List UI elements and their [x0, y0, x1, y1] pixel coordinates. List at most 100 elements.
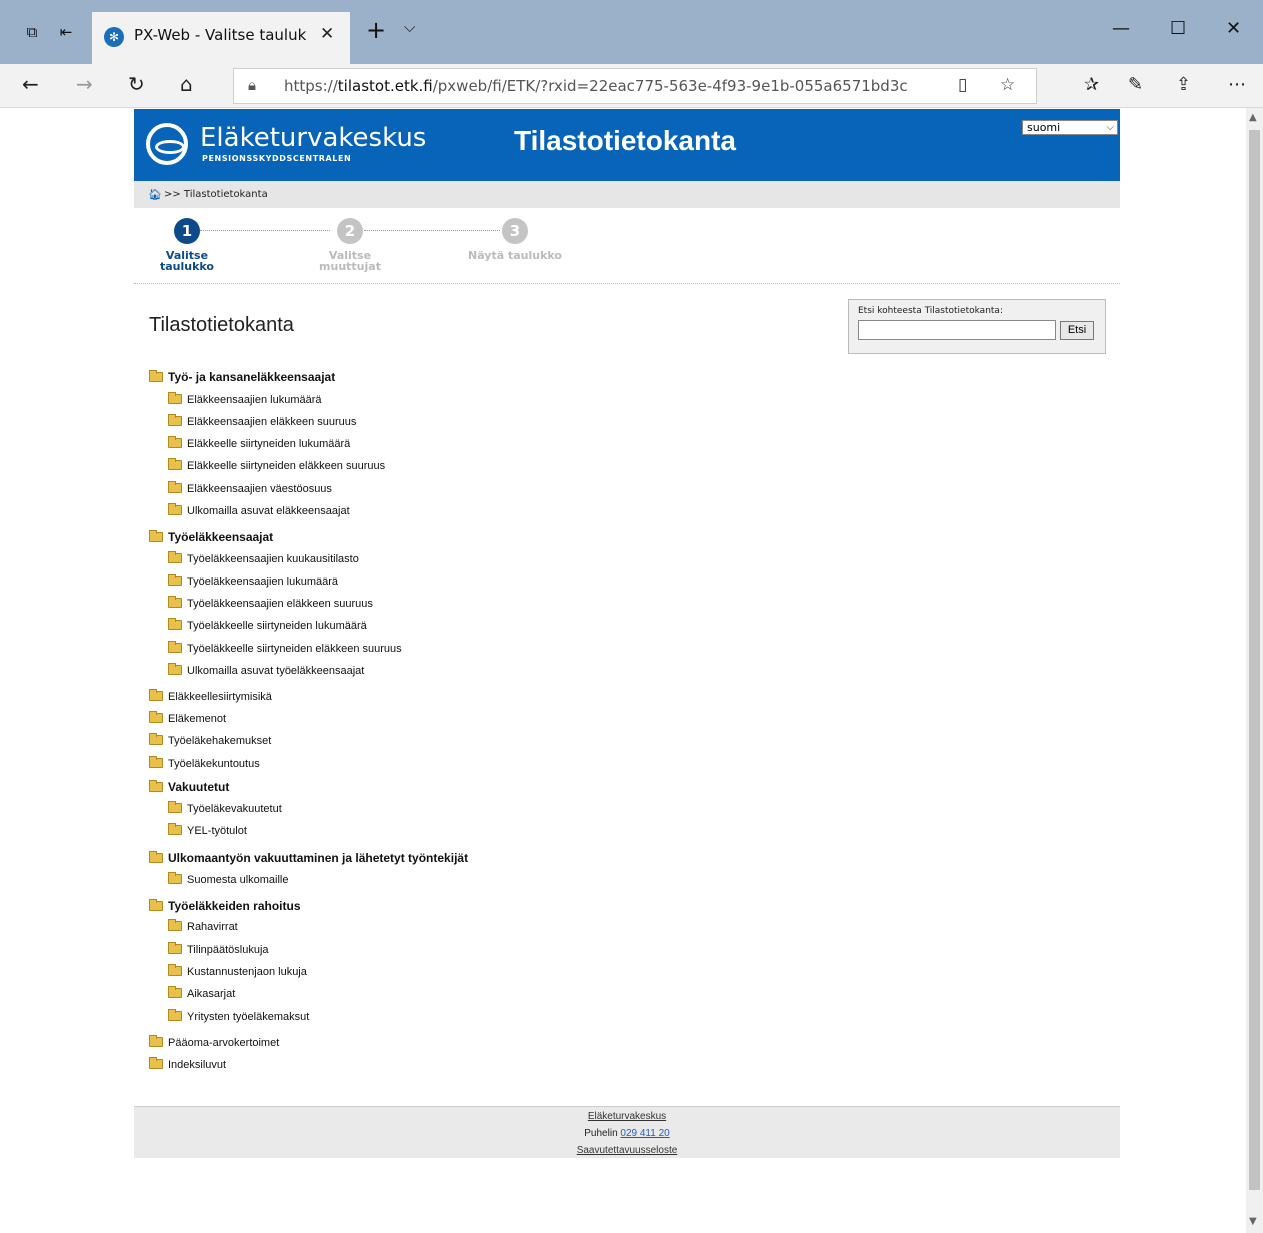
tree-folder[interactable]: Ulkomaantyön vakuuttaminen ja lähetetyt …	[149, 851, 468, 865]
tree-item[interactable]: Rahavirrat	[168, 919, 238, 933]
step-3-circle: 3	[502, 218, 528, 244]
tree-item[interactable]: Eläkkeensaajien väestöosuus	[168, 481, 332, 495]
breadcrumb-text: >> Tilastotietokanta	[164, 189, 268, 200]
folder-icon	[168, 872, 182, 884]
folder-icon	[168, 436, 182, 448]
home-icon[interactable]: ⌂	[180, 72, 193, 96]
tree-folder[interactable]: Työeläkkeensaajat	[149, 530, 273, 544]
step-2-circle: 2	[337, 218, 363, 244]
page-title: Tilastotietokanta	[149, 314, 294, 336]
search-button[interactable]: Etsi	[1060, 321, 1094, 340]
step-3-label: Näytä taulukko	[468, 249, 562, 262]
language-select[interactable]: suomi ⌵	[1022, 120, 1118, 135]
reading-view-icon[interactable]: ▯	[958, 75, 967, 95]
refresh-icon[interactable]: ↻	[128, 72, 145, 96]
folder-icon	[168, 618, 182, 630]
tree-folder[interactable]: Eläkkeellesiirtymisikä	[149, 689, 272, 703]
tree-folder[interactable]: Indeksiluvut	[149, 1057, 226, 1071]
tree-item[interactable]: YEL-työtulot	[168, 823, 247, 837]
language-value: suomi	[1027, 121, 1061, 134]
tree-item[interactable]: Työeläkkeelle siirtyneiden lukumäärä	[168, 618, 367, 632]
tree-item[interactable]: Työeläkevakuutetut	[168, 801, 282, 815]
folder-icon	[149, 370, 163, 382]
tree-item[interactable]: Työeläkkeensaajien eläkkeen suuruus	[168, 596, 373, 610]
new-tab-icon[interactable]: +	[366, 16, 386, 44]
tab-title: PX-Web - Valitse tauluk	[134, 26, 307, 44]
tree-item[interactable]: Työeläkkeensaajien kuukausitilasto	[168, 551, 359, 565]
tree-item[interactable]: Eläkkeelle siirtyneiden eläkkeen suuruus	[168, 458, 385, 472]
tree-item[interactable]: Suomesta ulkomaille	[168, 872, 289, 886]
share-icon[interactable]: ⇪	[1176, 74, 1191, 95]
tree-folder[interactable]: Työeläkkeiden rahoitus	[149, 899, 301, 913]
scroll-thumb[interactable]	[1249, 130, 1260, 1190]
tree-item[interactable]: Eläkkeensaajien lukumäärä	[168, 392, 322, 406]
set-tabs-aside-icon[interactable]: ⇤	[56, 22, 76, 42]
tree-folder[interactable]: Työeläkehakemukset	[149, 733, 271, 747]
folder-icon	[149, 1057, 163, 1069]
more-menu-icon[interactable]: ⋯	[1228, 74, 1246, 95]
vertical-scrollbar[interactable]: ▲ ▼	[1246, 108, 1263, 1233]
favorite-star-icon[interactable]: ☆	[1000, 75, 1015, 95]
close-window-icon[interactable]: ✕	[1226, 18, 1241, 39]
folder-icon	[149, 899, 163, 911]
folder-icon	[168, 823, 182, 835]
scroll-up-icon[interactable]: ▲	[1249, 112, 1257, 123]
minimize-icon[interactable]: —	[1112, 18, 1130, 39]
site-title: Tilastotietokanta	[514, 125, 736, 156]
tree-item[interactable]: Yritysten työeläkemaksut	[168, 1009, 309, 1023]
tree-item[interactable]: Työeläkkeensaajien lukumäärä	[168, 574, 338, 588]
tree-item[interactable]: Ulkomailla asuvat eläkkeensaajat	[168, 503, 350, 517]
tab-actions-icon[interactable]: ⧉	[22, 22, 42, 42]
search-label: Etsi kohteesta Tilastotietokanta:	[858, 306, 1003, 316]
etk-logo-icon[interactable]	[146, 123, 188, 165]
tree-item[interactable]: Eläkkeensaajien eläkkeen suuruus	[168, 414, 356, 428]
forward-icon[interactable]: →	[76, 72, 93, 96]
folder-icon	[168, 458, 182, 470]
tree-folder[interactable]: Pääoma-arvokertoimet	[149, 1035, 279, 1049]
browser-address-bar: ← → ↻ ⌂ 🔒︎ https://tilastot.etk.fi/pxweb…	[0, 64, 1263, 108]
footer-phone-link[interactable]: 029 411 20	[620, 1128, 669, 1139]
tree-folder[interactable]: Eläkemenot	[149, 711, 226, 725]
search-input[interactable]	[858, 320, 1056, 340]
scroll-down-icon[interactable]: ▼	[1249, 1216, 1257, 1227]
folder-icon	[168, 663, 182, 675]
tab-list-chevron-icon[interactable]: ⌵	[404, 18, 415, 36]
logo-name[interactable]: Eläketurvakeskus	[200, 123, 426, 153]
web-note-icon[interactable]: ✎	[1128, 74, 1143, 95]
folder-icon	[149, 756, 163, 768]
folder-icon	[168, 392, 182, 404]
folder-icon	[168, 964, 182, 976]
tree-item[interactable]: Kustannustenjaon lukuja	[168, 964, 307, 978]
tree-item[interactable]: Tilinpäätöslukuja	[168, 942, 269, 956]
step-1-label[interactable]: Valitse taulukko	[147, 250, 227, 272]
tree-item[interactable]: Ulkomailla asuvat työeläkkeensaajat	[168, 663, 364, 677]
breadcrumb-home-icon[interactable]: 🏠︎	[148, 188, 162, 201]
footer-org-link[interactable]: Eläketurvakeskus	[588, 1111, 666, 1122]
footer-accessibility-link[interactable]: Saavutettavuusseloste	[577, 1145, 678, 1156]
folder-icon	[149, 851, 163, 863]
folder-icon	[149, 530, 163, 542]
tree-folder[interactable]: Työ- ja kansaneläkkeensaajat	[149, 370, 335, 384]
back-icon[interactable]: ←	[22, 72, 39, 96]
step-2-label: Valitse muuttujat	[319, 249, 381, 273]
browser-tab-bar: ⧉ ⇤ ✻ PX-Web - Valitse tauluk ✕ + ⌵ — ☐ …	[0, 0, 1263, 64]
url-text: https://tilastot.etk.fi/pxweb/fi/ETK/?rx…	[284, 77, 908, 95]
tab-close-icon[interactable]: ✕	[320, 24, 334, 44]
tree-item[interactable]: Työeläkkeelle siirtyneiden eläkkeen suur…	[168, 641, 402, 655]
browser-tab-active[interactable]: ✻ PX-Web - Valitse tauluk ✕	[92, 12, 350, 64]
tree-folder[interactable]: Työeläkekuntoutus	[149, 756, 260, 770]
folder-icon	[168, 919, 182, 931]
folder-icon	[168, 1009, 182, 1021]
page-footer: Eläketurvakeskus Puhelin 029 411 20 Saav…	[134, 1106, 1120, 1158]
maximize-icon[interactable]: ☐	[1170, 18, 1186, 39]
favorites-list-icon[interactable]: ✰	[1084, 74, 1099, 95]
folder-icon	[149, 780, 163, 792]
folder-icon	[149, 733, 163, 745]
tree-item[interactable]: Aikasarjat	[168, 986, 235, 1000]
url-field[interactable]: 🔒︎ https://tilastot.etk.fi/pxweb/fi/ETK/…	[233, 68, 1037, 104]
tree-item[interactable]: Eläkkeelle siirtyneiden lukumäärä	[168, 436, 350, 450]
folder-icon	[149, 1035, 163, 1047]
folder-icon	[168, 986, 182, 998]
tree-folder[interactable]: Vakuutetut	[149, 780, 229, 794]
step-1-circle[interactable]: 1	[174, 218, 200, 244]
